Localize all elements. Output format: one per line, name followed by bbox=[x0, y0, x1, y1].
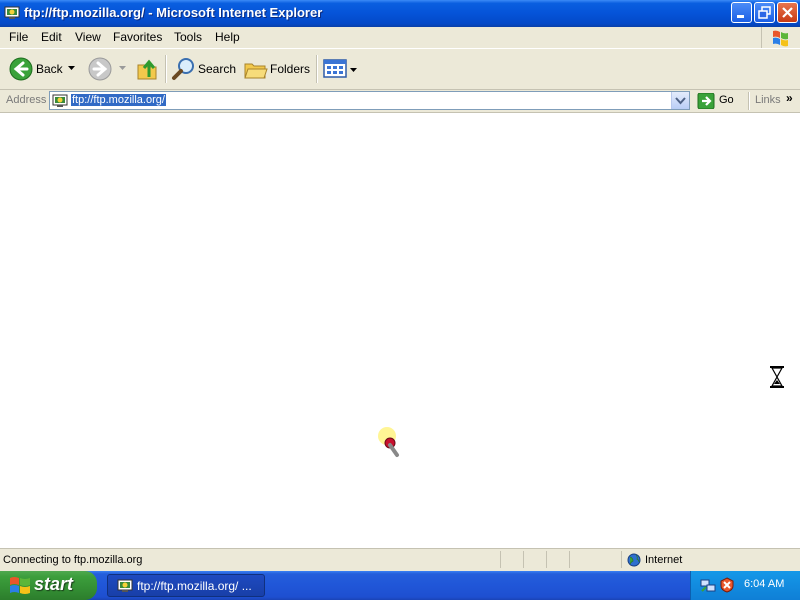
security-alert-icon[interactable] bbox=[719, 577, 735, 593]
search-button[interactable]: Search bbox=[170, 53, 236, 85]
links-separator bbox=[748, 92, 750, 110]
forward-button[interactable] bbox=[86, 53, 128, 85]
windows-logo bbox=[761, 27, 800, 48]
window-title: ftp://ftp.mozilla.org/ - Microsoft Inter… bbox=[24, 5, 323, 20]
menu-favorites[interactable]: Favorites bbox=[113, 30, 162, 44]
title-bar[interactable]: ftp://ftp.mozilla.org/ - Microsoft Inter… bbox=[0, 0, 800, 27]
internet-globe-icon bbox=[627, 553, 641, 567]
page-content[interactable] bbox=[0, 113, 800, 547]
restore-button[interactable] bbox=[754, 2, 775, 23]
ie-ftp-icon bbox=[117, 579, 133, 592]
ftp-page-icon bbox=[52, 94, 68, 107]
status-bar: Connecting to ftp.mozilla.org Internet bbox=[0, 548, 800, 571]
menu-bar: File Edit View Favorites Tools Help bbox=[0, 27, 800, 49]
forward-arrow-icon bbox=[88, 57, 112, 81]
status-pane-divider bbox=[523, 551, 524, 568]
address-dropdown-button[interactable] bbox=[671, 92, 689, 109]
security-zone: Internet bbox=[645, 554, 683, 566]
back-arrow-icon bbox=[9, 57, 33, 81]
back-label: Back bbox=[36, 62, 63, 76]
folders-label: Folders bbox=[270, 62, 311, 76]
status-text: Connecting to ftp.mozilla.org bbox=[3, 554, 143, 566]
up-folder-icon bbox=[137, 59, 157, 80]
address-label: Address bbox=[6, 94, 47, 106]
toolbar-separator bbox=[165, 55, 167, 83]
menu-edit[interactable]: Edit bbox=[41, 30, 62, 44]
go-button[interactable]: Go bbox=[719, 94, 734, 106]
chevron-down-icon bbox=[675, 97, 686, 105]
hourglass-cursor-icon bbox=[770, 366, 784, 388]
taskbar-item-ie[interactable]: ftp://ftp.mozilla.org/ ... bbox=[107, 574, 265, 597]
toolbar-separator bbox=[316, 55, 318, 83]
go-arrow-icon[interactable] bbox=[697, 93, 715, 109]
address-input[interactable]: ftp://ftp.mozilla.org/ bbox=[49, 91, 690, 110]
start-label: start bbox=[34, 574, 74, 594]
status-pane-divider bbox=[621, 551, 622, 568]
taskbar: start ftp://ftp.mozilla.org/ ... 6:04 AM bbox=[0, 571, 800, 600]
status-pane-divider bbox=[546, 551, 547, 568]
close-button[interactable] bbox=[777, 2, 798, 23]
close-icon bbox=[782, 7, 793, 18]
busy-pointer-icon bbox=[378, 427, 399, 457]
back-button[interactable]: Back bbox=[6, 53, 80, 85]
clock: 6:04 AM bbox=[744, 578, 785, 590]
views-button[interactable] bbox=[321, 53, 359, 85]
windows-logo-icon bbox=[10, 577, 30, 594]
restore-icon bbox=[758, 6, 771, 19]
windows-flag-icon bbox=[773, 30, 788, 47]
search-icon bbox=[172, 58, 194, 80]
folders-button[interactable]: Folders bbox=[242, 53, 312, 85]
menu-file[interactable]: File bbox=[9, 30, 28, 44]
search-label: Search bbox=[198, 62, 237, 76]
back-dropdown-icon[interactable] bbox=[68, 66, 76, 72]
ie-ftp-icon bbox=[4, 6, 20, 19]
menu-tools[interactable]: Tools bbox=[174, 30, 202, 44]
status-pane-divider bbox=[569, 551, 570, 568]
views-dropdown-icon bbox=[350, 68, 357, 72]
menu-view[interactable]: View bbox=[75, 30, 101, 44]
folders-icon bbox=[244, 63, 268, 79]
links-button[interactable]: Links bbox=[755, 94, 781, 106]
up-folder-button[interactable] bbox=[134, 53, 160, 85]
menu-help[interactable]: Help bbox=[215, 30, 240, 44]
system-tray: 6:04 AM bbox=[690, 571, 800, 600]
status-pane-divider bbox=[500, 551, 501, 568]
taskbar-item-label: ftp://ftp.mozilla.org/ ... bbox=[137, 579, 252, 593]
address-bar: Address ftp://ftp.mozilla.org/ Go Links … bbox=[0, 90, 800, 113]
address-value[interactable]: ftp://ftp.mozilla.org/ bbox=[71, 94, 166, 106]
minimize-button[interactable] bbox=[731, 2, 752, 23]
views-icon bbox=[323, 59, 347, 78]
start-button[interactable]: start bbox=[0, 571, 97, 600]
network-icon[interactable] bbox=[700, 577, 716, 593]
forward-dropdown-icon[interactable] bbox=[119, 66, 127, 72]
minimize-icon bbox=[737, 15, 744, 18]
links-chevron-icon[interactable]: » bbox=[786, 91, 793, 105]
standard-toolbar: Back Search Folders bbox=[0, 49, 800, 90]
